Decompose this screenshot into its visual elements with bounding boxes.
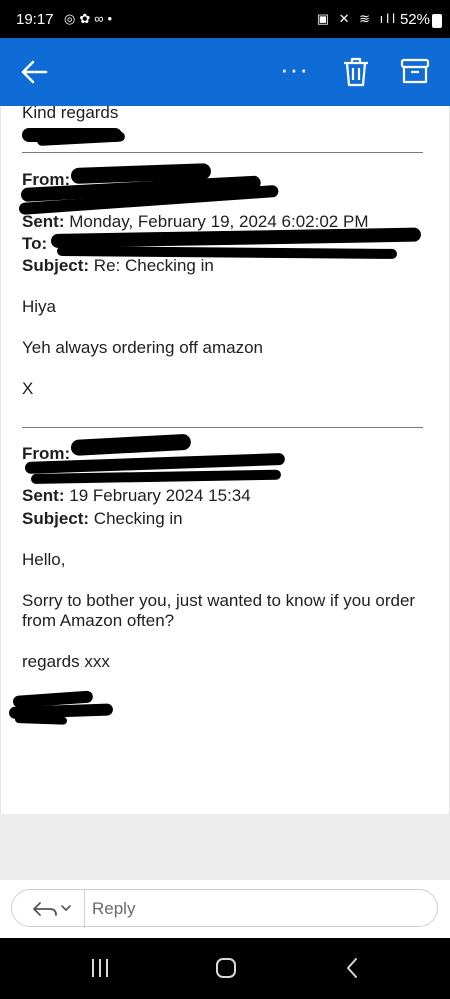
body-line: Yeh always ordering off amazon (22, 338, 263, 357)
reply-input[interactable]: Reply (92, 899, 135, 919)
reply-bar: Reply (0, 880, 450, 938)
archive-icon[interactable] (400, 57, 430, 87)
trash-icon[interactable] (341, 56, 371, 88)
body-line: Hello, (22, 550, 66, 569)
body-line: from Amazon often? (22, 611, 175, 630)
subject-line: Subject: Re: Checking in (22, 256, 214, 276)
divider (22, 427, 423, 428)
body-line: X (22, 379, 34, 398)
subject-value: Re: Checking in (93, 256, 214, 275)
reply-field[interactable]: Reply (11, 889, 438, 928)
sent-line: Sent: 19 February 2024 15:34 (22, 486, 251, 506)
navigation-bar (0, 938, 450, 999)
subject-value: Checking in (93, 509, 183, 528)
back-arrow-icon[interactable] (18, 56, 50, 88)
body-line: Hiya (22, 297, 57, 316)
subject-label: Subject: (22, 256, 90, 275)
status-bar: 19:17 ◎✿∞• ▣ ✕ ≋ ıll 52% (0, 0, 450, 38)
redacted-from (70, 433, 192, 456)
email-body: Kind regards From: Sent: Monday, Februar… (0, 106, 450, 814)
recent-apps-icon[interactable] (90, 956, 110, 980)
sent-value: Monday, February 19, 2024 6:02:02 PM (69, 212, 369, 231)
redacted-signature (14, 715, 68, 725)
notification-icons: ◎✿∞• (64, 11, 117, 26)
subject-line: Subject: Checking in (22, 509, 183, 529)
body-line: Sorry to bother you, just wanted to know… (22, 591, 416, 610)
body-line: regards xxx (22, 652, 110, 671)
sent-label: Sent: (22, 212, 65, 231)
reply-separator (84, 890, 85, 928)
to-label: To: (22, 234, 48, 253)
battery-percent: 52% (399, 11, 430, 28)
back-nav-icon[interactable] (344, 956, 360, 980)
system-icons: ▣ ✕ ≋ ıll (316, 11, 398, 26)
status-time: 19:17 (16, 11, 54, 28)
battery-icon (432, 14, 442, 28)
more-options-icon[interactable]: ··· (280, 56, 309, 82)
closing-text: Kind regards (22, 106, 119, 122)
divider (22, 152, 423, 153)
reply-dropdown-icon[interactable] (30, 899, 76, 919)
home-icon[interactable] (214, 956, 238, 980)
subject-label: Subject: (22, 509, 90, 528)
app-toolbar: ··· (0, 38, 450, 106)
sent-value: 19 February 2024 15:34 (69, 486, 251, 505)
sent-label: Sent: (22, 486, 65, 505)
content-footer (0, 814, 450, 880)
